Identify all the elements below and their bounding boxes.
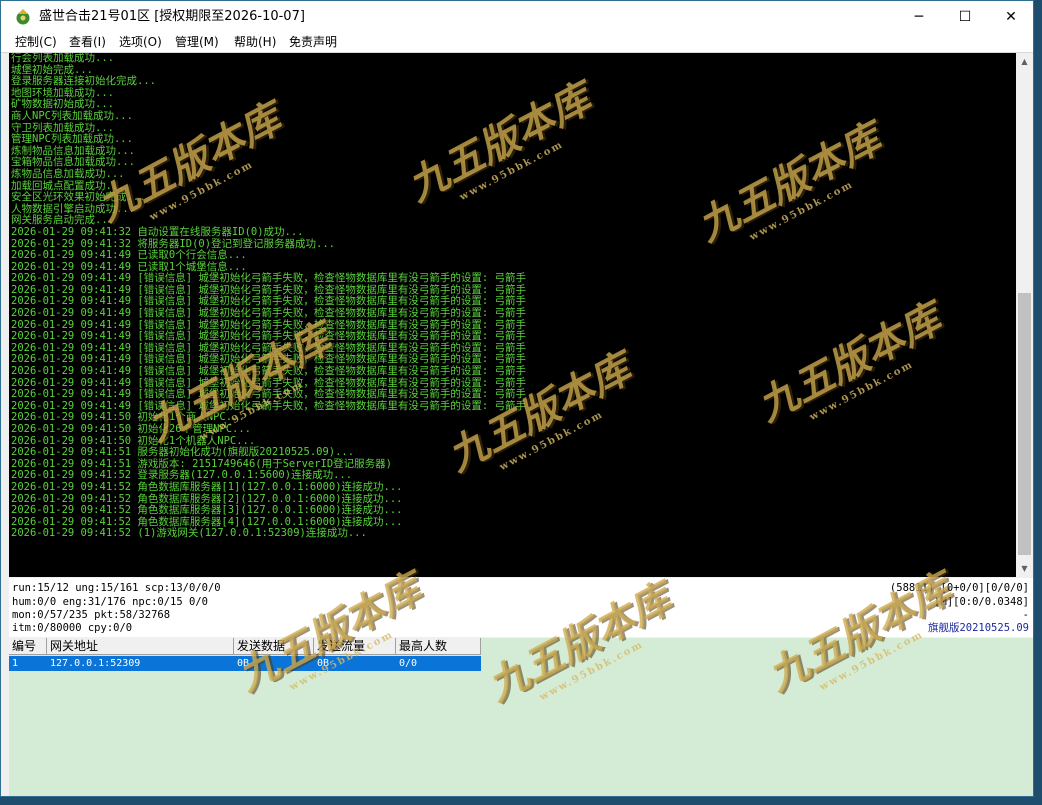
cell-max-users: 0/0 <box>399 658 418 669</box>
title-bar[interactable]: 盛世合击21号01区 [授权期限至2026-10-07] ─ ☐ ✕ <box>1 1 1033 33</box>
col-address[interactable]: 网关地址 <box>47 638 234 655</box>
menu-bar: 控制(C) 查看(I) 选项(O) 管理(M) 帮助(H) 免责声明 <box>1 32 1033 53</box>
status-hum: hum:0/0 eng:31/176 npc:0/15 0/0 <box>12 596 208 608</box>
log-text: 行会列表加载成功... 城堡初始完成... 登录服务器连接初始化完成... 地图… <box>11 53 527 540</box>
window-title: 盛世合击21号01区 [授权期限至2026-10-07] <box>39 9 305 24</box>
gateway-table: 编号 网关地址 发送数据 发送流量 最高人数 1 127.0.0.1:52309… <box>9 638 1033 796</box>
menu-manage[interactable]: 管理(M) <box>175 33 219 51</box>
cell-id: 1 <box>12 658 19 669</box>
menu-control[interactable]: 控制(C) <box>15 33 57 51</box>
menu-view[interactable]: 查看(I) <box>69 33 106 51</box>
menu-help[interactable]: 帮助(H) <box>234 33 276 51</box>
app-window: 盛世合击21号01区 [授权期限至2026-10-07] ─ ☐ ✕ 控制(C)… <box>0 0 1034 797</box>
col-sent-traffic[interactable]: 发送流量 <box>314 638 396 655</box>
status-itm: itm:0/80000 cpy:0/0 <box>12 622 133 634</box>
menu-options[interactable]: 选项(O) <box>119 33 162 51</box>
cell-address: 127.0.0.1:52309 <box>50 658 141 669</box>
status-panel: run:15/12 ung:15/161 scp:13/0/0/0 hum:0/… <box>9 578 1033 637</box>
version-label: 旗舰版20210525.09 <box>927 622 1029 634</box>
app-icon <box>16 9 30 25</box>
table-row[interactable]: 1 127.0.0.1:52309 0B 0B 0/0 <box>9 656 481 671</box>
status-mon: mon:0/57/235 pkt:58/32768 <box>12 609 171 621</box>
status-memory: [M][0:0/0.0348] <box>934 596 1029 608</box>
status-run: run:15/12 ung:15/161 scp:13/0/0/0 <box>12 582 221 594</box>
maximize-button[interactable]: ☐ <box>942 1 988 32</box>
col-max-users[interactable]: 最高人数 <box>396 638 481 655</box>
close-button[interactable]: ✕ <box>988 1 1033 32</box>
minimize-button[interactable]: ─ <box>896 1 942 32</box>
scroll-down-icon[interactable]: ▼ <box>1016 560 1033 577</box>
log-scrollbar[interactable]: ▲ ▼ <box>1016 53 1033 577</box>
col-sent-data[interactable]: 发送数据 <box>234 638 314 655</box>
status-counter: (58811) [0+0/0][0/0/0] <box>889 582 1029 594</box>
log-console[interactable]: 行会列表加载成功... 城堡初始完成... 登录服务器连接初始化完成... 地图… <box>9 53 1016 577</box>
scroll-thumb[interactable] <box>1018 293 1031 555</box>
scroll-up-icon[interactable]: ▲ <box>1016 53 1033 70</box>
cell-sent-traffic: 0B <box>317 658 330 669</box>
cell-sent-data: 0B <box>237 658 250 669</box>
status-dash: - <box>1022 609 1029 621</box>
menu-disclaimer[interactable]: 免责声明 <box>289 33 337 51</box>
col-id[interactable]: 编号 <box>9 638 47 655</box>
